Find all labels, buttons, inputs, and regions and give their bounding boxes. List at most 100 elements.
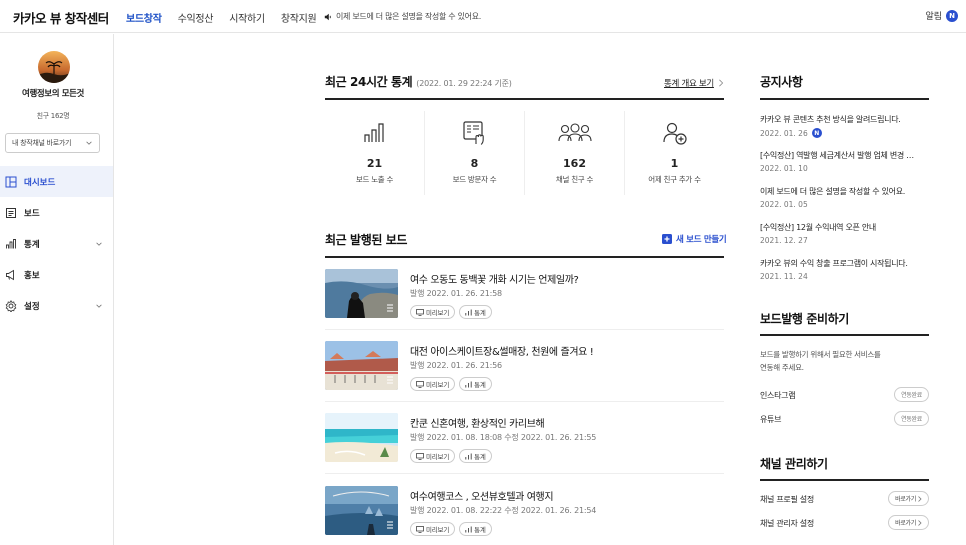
- channel-manage-divider: [760, 479, 929, 481]
- stats-button[interactable]: 통계: [459, 377, 492, 391]
- bar-chart-icon: [465, 381, 472, 387]
- chevron-down-icon: [86, 141, 92, 145]
- stat-value: 8: [470, 157, 479, 170]
- post-actions: 미리보기 통계: [410, 305, 492, 319]
- post-title[interactable]: 여수 오동도 동백꽃 개화 시기는 언제일까?: [410, 271, 579, 286]
- preview-button[interactable]: 미리보기: [410, 449, 456, 463]
- notice-ticker[interactable]: 이제 보드에 더 많은 설명을 작성할 수 있어요.: [324, 11, 481, 22]
- linked-status-badge[interactable]: 연동완료: [894, 411, 929, 426]
- bar-chart-icon: [465, 526, 472, 532]
- post-date: 발행 2022. 01. 08. 22:22 수정 2022. 01. 26. …: [410, 506, 597, 515]
- board-post[interactable]: 대전 아이스케이트장&썰매장, 천원에 즐겨요 ! 발행 2022. 01. 2…: [325, 341, 724, 413]
- notices-divider: [760, 98, 929, 100]
- post-thumbnail[interactable]: [325, 341, 398, 390]
- stat-value: 1: [670, 157, 679, 170]
- sidebar-item-dashboard[interactable]: 대시보드: [0, 166, 113, 197]
- stat-board-visitors: 8 보드 방문자 수: [425, 111, 525, 195]
- notice-item[interactable]: [수익정산] 역발행 세금계산서 발행 업체 변경 … 2022. 01. 10: [760, 150, 930, 186]
- preview-button[interactable]: 미리보기: [410, 305, 456, 319]
- chevron-right-icon: [918, 495, 922, 502]
- nav-board-create[interactable]: 보드창작: [126, 10, 162, 25]
- stats-title: 최근 24시간 통계 (2022. 01. 29 22:24 기준): [325, 73, 512, 90]
- channel-select-label: 내 창작채널 바로가기: [12, 139, 72, 147]
- notice-title[interactable]: 이제 보드에 더 많은 설명을 작성할 수 있어요.: [760, 186, 930, 197]
- notice-date: 2021. 11. 24: [760, 272, 808, 281]
- stat-board-impressions: 21 보드 노출 수: [325, 111, 425, 195]
- notice-item[interactable]: 이제 보드에 더 많은 설명을 작성할 수 있어요. 2022. 01. 05: [760, 186, 930, 222]
- post-title[interactable]: 여수여행코스 , 오션뷰호텔과 여행지: [410, 488, 554, 503]
- preview-button-label: 미리보기: [426, 453, 450, 461]
- new-badge: N: [811, 128, 822, 138]
- post-title[interactable]: 칸쿤 신혼여행, 환상적인 카리브해: [410, 415, 545, 430]
- prep-divider: [760, 334, 929, 336]
- go-button[interactable]: 바로가기: [888, 515, 929, 530]
- chevron-down-icon[interactable]: [95, 302, 103, 310]
- channel-admin-setting: 채널 관리자 설정 바로가기: [760, 515, 930, 531]
- top-bar: 카카오 뷰 창작센터 보드창작 수익정산 시작하기 창작지원 이제 보드에 더 …: [0, 0, 966, 33]
- post-title[interactable]: 대전 아이스케이트장&썰매장, 천원에 즐겨요 !: [410, 343, 594, 358]
- linked-status-badge[interactable]: 연동완료: [894, 387, 929, 402]
- nav-getting-started[interactable]: 시작하기: [229, 10, 265, 25]
- notice-title[interactable]: 카카오 뷰의 수익 창출 프로그램이 시작됩니다.: [760, 258, 930, 269]
- post-date: 발행 2022. 01. 26. 21:56: [410, 361, 502, 370]
- monitor-icon: [416, 380, 424, 388]
- new-board-label: 새 보드 만들기: [676, 235, 727, 245]
- bar-chart-icon: [465, 453, 472, 459]
- notice-item[interactable]: 카카오 뷰의 수익 창출 프로그램이 시작됩니다. 2021. 11. 24: [760, 258, 930, 294]
- stats-button[interactable]: 통계: [459, 305, 492, 319]
- post-thumbnail[interactable]: [325, 413, 398, 462]
- sidebar-item-board[interactable]: 보드: [0, 197, 113, 228]
- stat-label: 채널 친구 수: [555, 175, 594, 184]
- prep-description-line: 보드를 발행하기 위해서 필요한 서비스를: [760, 350, 881, 359]
- sidebar-item-settings[interactable]: 설정: [0, 290, 113, 321]
- sidebar-item-label: 홍보: [24, 270, 40, 281]
- go-button[interactable]: 바로가기: [888, 491, 929, 506]
- sidebar-item-stats[interactable]: 통계: [0, 228, 113, 259]
- users-group-icon: [557, 123, 592, 142]
- board-post[interactable]: 여수여행코스 , 오션뷰호텔과 여행지 발행 2022. 01. 08. 22:…: [325, 486, 724, 545]
- add-user-icon: [662, 122, 687, 145]
- notice-title[interactable]: [수익정산] 역발행 세금계산서 발행 업체 변경 …: [760, 150, 930, 161]
- brand-logo[interactable]: 카카오 뷰 창작센터: [13, 8, 109, 27]
- monitor-icon: [416, 525, 424, 533]
- dashboard-icon: [5, 176, 17, 187]
- notice-item[interactable]: [수익정산] 12월 수익내역 오픈 안내 2021. 12. 27: [760, 222, 930, 258]
- chevron-down-icon[interactable]: [95, 240, 103, 248]
- sidebar-item-label: 대시보드: [24, 177, 56, 188]
- post-thumbnail[interactable]: [325, 486, 398, 535]
- notice-list: 카카오 뷰 콘텐츠 추천 방식을 알려드립니다. 2022. 01. 26 N […: [760, 114, 930, 294]
- preview-button[interactable]: 미리보기: [410, 522, 456, 536]
- sidebar-item-promotion[interactable]: 홍보: [0, 259, 113, 290]
- board-icon: [6, 207, 16, 218]
- notice-meta: 2022. 01. 26 N: [760, 128, 930, 138]
- preview-button-label: 미리보기: [426, 381, 450, 389]
- prep-item-label: 인스타그램: [760, 391, 796, 400]
- stats-button[interactable]: 통계: [459, 449, 492, 463]
- prep-title: 보드발행 준비하기: [760, 312, 849, 326]
- stats-button-label: 통계: [474, 309, 486, 317]
- stats-button[interactable]: 통계: [459, 522, 492, 536]
- chevron-right-icon: [719, 79, 724, 87]
- stat-channel-friends: 162 채널 친구 수: [525, 111, 625, 195]
- stats-overview-link[interactable]: 통계 개요 보기: [664, 77, 724, 89]
- preview-button[interactable]: 미리보기: [410, 377, 456, 391]
- prep-item-youtube: 유튜브 연동완료: [760, 411, 930, 427]
- notice-date: 2022. 01. 10: [760, 164, 808, 173]
- channel-select-dropdown[interactable]: 내 창작채널 바로가기: [5, 133, 100, 153]
- nav-creator-support[interactable]: 창작지원: [281, 10, 317, 25]
- alarm-button[interactable]: 알림 N: [925, 9, 958, 22]
- post-thumbnail[interactable]: [325, 269, 398, 318]
- notices-title: 공지사항: [760, 75, 803, 89]
- notice-title[interactable]: [수익정산] 12월 수익내역 오픈 안내: [760, 222, 930, 233]
- notice-item[interactable]: 카카오 뷰 콘텐츠 추천 방식을 알려드립니다. 2022. 01. 26 N: [760, 114, 930, 150]
- nav-revenue[interactable]: 수익정산: [178, 10, 214, 25]
- sidebar-item-label: 통계: [24, 239, 40, 250]
- board-post[interactable]: 칸쿤 신혼여행, 환상적인 카리브해 발행 2022. 01. 08. 18:0…: [325, 413, 724, 485]
- new-board-button[interactable]: 새 보드 만들기: [662, 233, 727, 245]
- notice-title[interactable]: 카카오 뷰 콘텐츠 추천 방식을 알려드립니다.: [760, 114, 930, 125]
- board-post[interactable]: 여수 오동도 동백꽃 개화 시기는 언제일까? 발행 2022. 01. 26.…: [325, 269, 724, 341]
- post-date: 발행 2022. 01. 08. 18:08 수정 2022. 01. 26. …: [410, 433, 597, 442]
- megaphone-icon: [6, 269, 14, 280]
- prep-description: 보드를 발행하기 위해서 필요한 서비스를 연동해 주세요.: [760, 348, 930, 374]
- post-divider: [325, 329, 724, 330]
